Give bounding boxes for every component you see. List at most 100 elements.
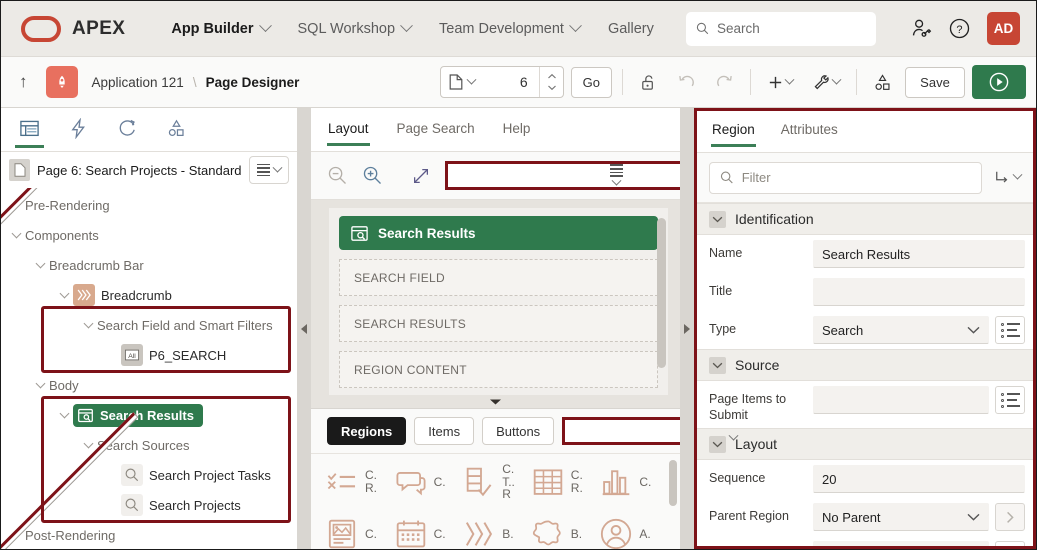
global-search-input[interactable] <box>717 21 866 36</box>
property-filter[interactable] <box>709 162 982 194</box>
layout-slot-search-field[interactable]: SEARCH FIELD <box>339 259 658 296</box>
page-selector[interactable]: 6 <box>440 66 564 98</box>
property-filter-input[interactable] <box>742 170 971 185</box>
tree-twisty[interactable] <box>31 260 49 270</box>
property-group-layout[interactable]: Layout <box>697 428 1033 460</box>
gallery-item[interactable]: B. <box>462 508 531 549</box>
undo-icon[interactable] <box>671 69 702 96</box>
tab-attributes[interactable]: Attributes <box>780 117 839 146</box>
lov-button-page-items-to-submit[interactable] <box>995 386 1025 414</box>
avatar[interactable]: AD <box>987 12 1020 45</box>
tree-item-pre-rendering[interactable]: Pre-Rendering <box>1 190 297 220</box>
layout-slot-region-content[interactable]: REGION CONTENT <box>339 351 658 388</box>
property-value-name[interactable]: Search Results <box>813 240 1025 268</box>
help-icon[interactable]: ? <box>948 17 971 40</box>
zoom-out-icon[interactable] <box>327 165 348 186</box>
layout-slot-search-results[interactable]: SEARCH RESULTS <box>339 305 658 342</box>
layout-region-search-results[interactable]: Search Results <box>339 216 658 250</box>
tree-twisty[interactable] <box>55 290 73 300</box>
gallery-item[interactable]: C. <box>325 508 394 549</box>
tree-twisty[interactable] <box>7 230 25 240</box>
gallery-item[interactable]: C.R. <box>531 456 600 508</box>
property-value-title[interactable] <box>813 278 1025 306</box>
gallery-item[interactable]: C.R. <box>325 456 394 508</box>
group-collapse-toggle[interactable] <box>709 357 726 374</box>
wrench-icon[interactable] <box>806 69 846 96</box>
tree-item-breadcrumb-bar[interactable]: Breadcrumb Bar <box>1 250 297 280</box>
apex-logo[interactable]: APEX <box>21 16 125 42</box>
gallery-tab-items[interactable]: Items <box>414 417 474 445</box>
gallery-tab-buttons[interactable]: Buttons <box>482 417 554 445</box>
nav-item-gallery[interactable]: Gallery <box>594 15 668 43</box>
tab-page-shared-components[interactable] <box>162 112 191 147</box>
tree-item-components[interactable]: Components <box>1 220 297 250</box>
tab-page-search[interactable]: Page Search <box>396 115 476 145</box>
nav-item-team-development[interactable]: Team Development <box>425 15 594 43</box>
tree-item-search-project-tasks[interactable]: Search Project Tasks <box>1 460 297 490</box>
right-splitter[interactable] <box>680 108 694 549</box>
tree-twisty[interactable] <box>31 380 49 390</box>
goto-group-menu[interactable] <box>992 168 1021 187</box>
tree-item-search-results[interactable]: Search Results <box>1 400 297 430</box>
stepper-up-icon[interactable] <box>547 73 557 80</box>
gallery-tab-regions[interactable]: Regions <box>327 417 406 445</box>
property-value-type[interactable]: Search <box>813 316 989 344</box>
tree-twisty[interactable] <box>55 410 73 420</box>
tree-item-search-sources[interactable]: Search Sources <box>1 430 297 460</box>
lov-button-type[interactable] <box>995 316 1025 344</box>
tree-twisty[interactable] <box>79 440 97 450</box>
goto-button-parent-region[interactable] <box>995 503 1025 531</box>
breadcrumb-application[interactable]: Application 121 <box>92 75 184 90</box>
gallery-item[interactable]: C. <box>599 456 668 508</box>
layout-scrollbar[interactable] <box>657 218 666 368</box>
plus-icon[interactable] <box>761 70 799 95</box>
gallery-item[interactable]: A. <box>599 508 668 549</box>
redo-icon[interactable] <box>709 69 740 96</box>
gallery-splitter[interactable] <box>311 395 680 409</box>
gallery-item[interactable]: C.T..R <box>462 456 531 508</box>
collapse-down-icon[interactable] <box>489 398 502 406</box>
go-button[interactable]: Go <box>571 67 612 98</box>
tree-item-p6-search[interactable]: AllP6_SEARCH <box>1 340 297 370</box>
left-splitter[interactable] <box>297 108 311 549</box>
property-value-slot[interactable]: Body <box>813 541 989 546</box>
tab-region[interactable]: Region <box>711 117 756 146</box>
collapse-right-icon[interactable] <box>684 324 690 334</box>
run-page-button[interactable] <box>972 65 1026 99</box>
gallery-item[interactable]: B. <box>531 508 600 549</box>
tree-item-post-rendering[interactable]: Post-Rendering <box>1 520 297 549</box>
gallery-scrollbar[interactable] <box>669 460 677 506</box>
zoom-in-icon[interactable] <box>362 165 383 186</box>
tab-dynamic-actions[interactable] <box>64 112 93 147</box>
collapse-left-icon[interactable] <box>301 324 307 334</box>
tab-help[interactable]: Help <box>502 115 532 145</box>
stepper-down-icon[interactable] <box>547 84 557 91</box>
nav-item-app-builder[interactable]: App Builder <box>157 15 283 43</box>
group-collapse-toggle[interactable] <box>709 436 726 453</box>
property-value-parent-region[interactable]: No Parent <box>813 503 989 531</box>
gallery-item[interactable]: C. <box>394 456 463 508</box>
arrow-up-icon[interactable]: ↑ <box>11 72 36 92</box>
shapes-icon[interactable] <box>867 69 898 96</box>
expand-icon[interactable] <box>411 166 431 186</box>
page-number-stepper[interactable] <box>539 67 557 97</box>
page-number-value[interactable]: 6 <box>480 74 532 90</box>
tree-item-breadcrumb[interactable]: Breadcrumb <box>1 280 297 310</box>
unlock-icon[interactable] <box>633 69 664 96</box>
tree-twisty[interactable] <box>79 320 97 330</box>
tab-layout[interactable]: Layout <box>327 115 370 145</box>
group-collapse-toggle[interactable] <box>709 211 726 228</box>
save-button[interactable]: Save <box>905 67 965 98</box>
global-search[interactable] <box>686 12 876 46</box>
tab-rendering[interactable] <box>15 112 44 147</box>
tree-item-body[interactable]: Body <box>1 370 297 400</box>
tree-item-search-field-and-smart-filters[interactable]: Search Field and Smart Filters <box>1 310 297 340</box>
tree-twisty[interactable] <box>7 532 25 539</box>
tree-twisty[interactable] <box>7 202 25 209</box>
property-value-page-items-to-submit[interactable] <box>813 386 989 414</box>
tab-processing[interactable] <box>113 112 142 147</box>
lov-button-slot[interactable] <box>995 541 1025 546</box>
gallery-item[interactable]: C. <box>394 508 463 549</box>
property-group-source[interactable]: Source <box>697 349 1033 381</box>
nav-item-sql-workshop[interactable]: SQL Workshop <box>284 15 426 43</box>
